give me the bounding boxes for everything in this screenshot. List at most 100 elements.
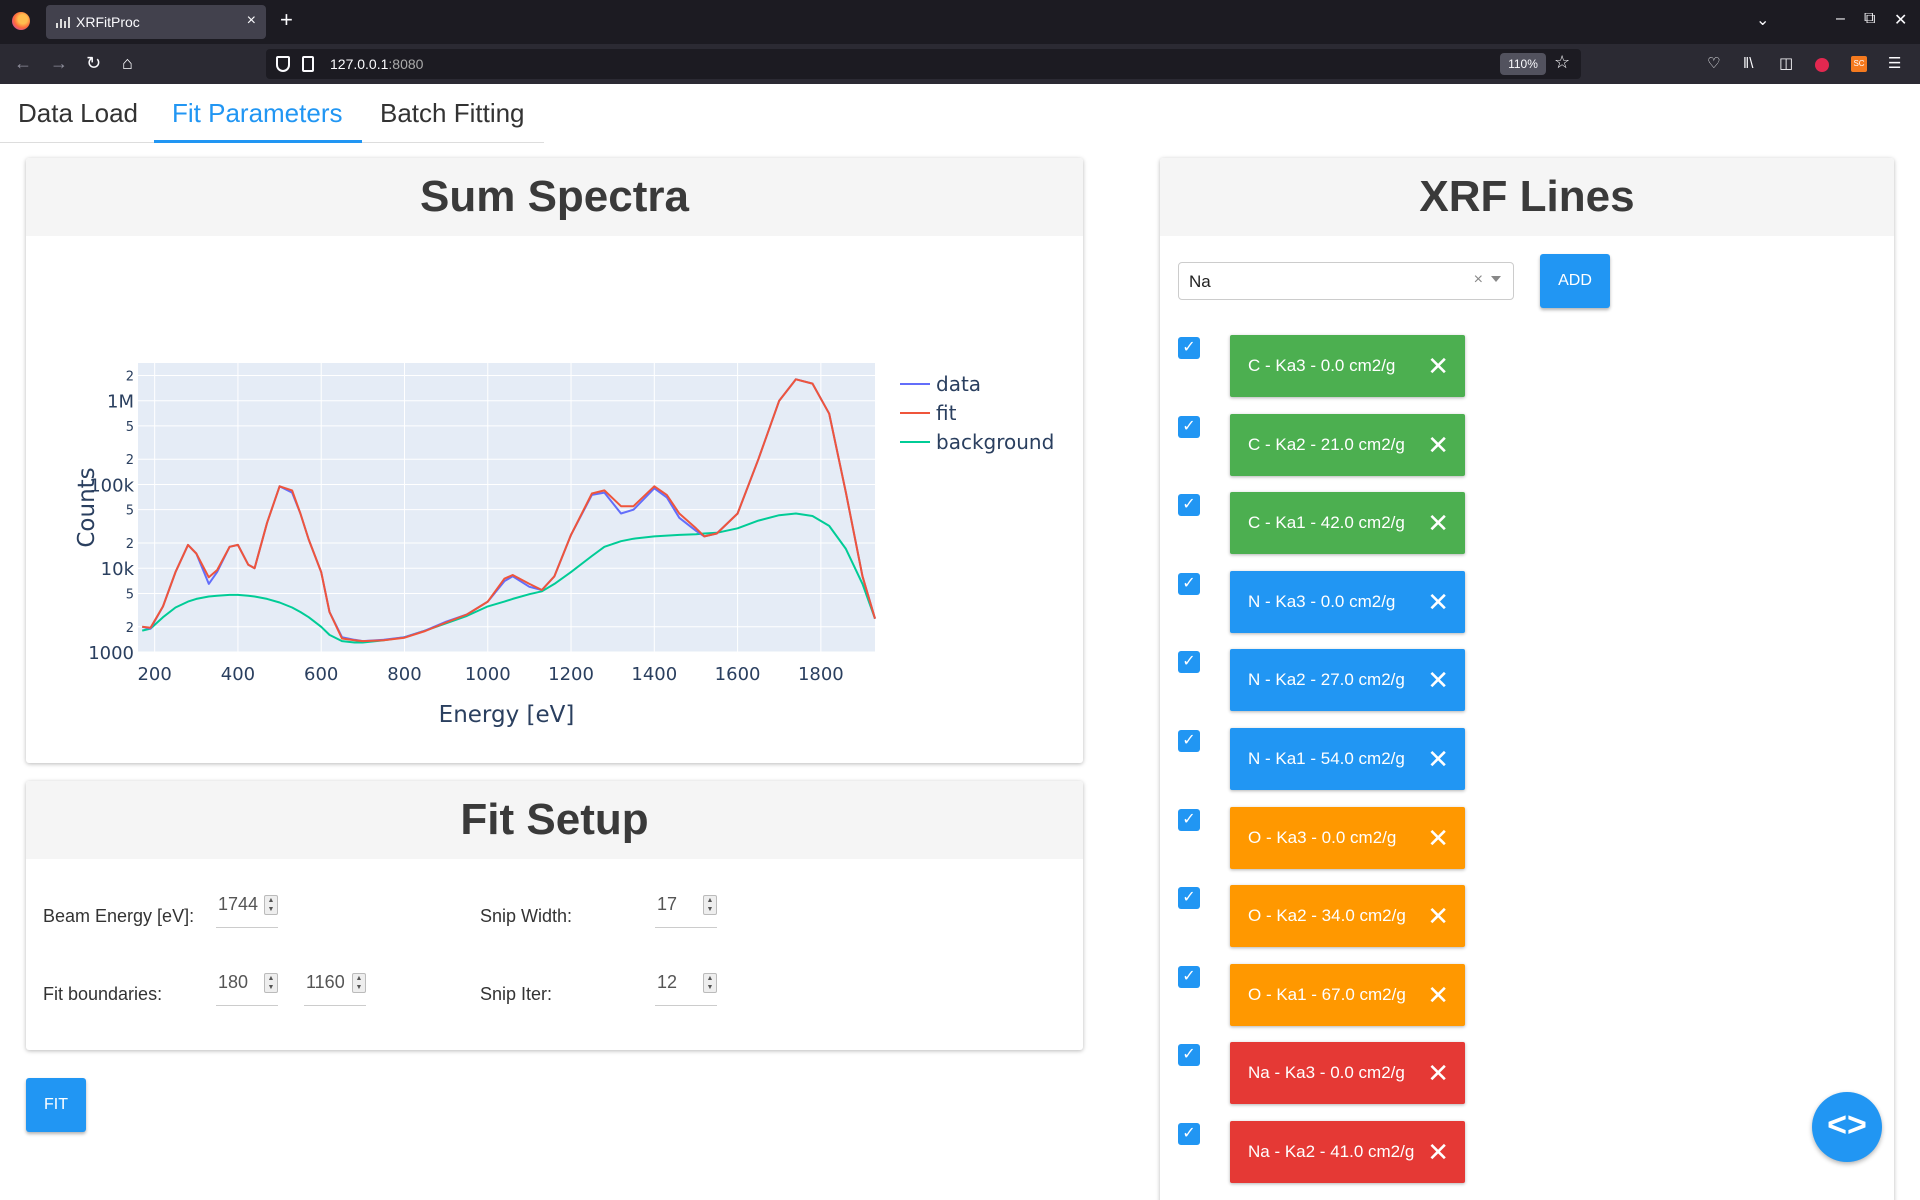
list-all-tabs-icon[interactable]: ⌄ <box>1756 10 1769 30</box>
xrf-line-chip[interactable]: C - Ka1 - 42.0 cm2/g ✕ <box>1230 492 1465 555</box>
fit-high-input[interactable]: 1160 ▲ ▼ <box>304 972 366 1006</box>
clear-selection-icon[interactable]: × <box>1474 271 1483 289</box>
spinner-icon[interactable]: ▲ ▼ <box>264 895 278 915</box>
sum-spectra-card: Sum Spectra 200 400 600 800 1000 1200 1400 1600… <box>26 158 1083 763</box>
line-checkbox[interactable]: ✓ <box>1178 730 1200 752</box>
xrf-line-chip[interactable]: C - Ka2 - 21.0 cm2/g ✕ <box>1230 413 1465 476</box>
snip-iter-input[interactable]: 12 ▲ ▼ <box>655 972 717 1006</box>
xrf-line-chip[interactable]: N - Ka1 - 54.0 cm2/g ✕ <box>1230 728 1465 790</box>
back-icon[interactable]: ← <box>14 52 32 74</box>
xrf-line-chip[interactable]: C - Ka3 - 0.0 cm2/g ✕ <box>1230 335 1465 397</box>
sidebar-icon[interactable]: ◫ <box>1779 54 1793 74</box>
spinner-icon[interactable]: ▲ ▼ <box>352 973 366 993</box>
tab-data-load[interactable]: Data Load <box>16 98 140 129</box>
xrf-line-chip[interactable]: Na - Ka3 - 0.0 cm2/g ✕ <box>1230 1042 1465 1105</box>
url-bar[interactable]: 127.0.0.1:8080 110% ☆ <box>266 49 1581 79</box>
x-tick-label: 600 <box>304 664 338 685</box>
remove-line-icon[interactable]: ✕ <box>1427 414 1449 476</box>
browser-tab[interactable]: XRFitProc × <box>46 5 266 39</box>
close-tab-icon[interactable]: × <box>247 12 256 30</box>
menu-icon[interactable]: ☰ <box>1888 54 1901 74</box>
spinner-icon[interactable]: ▲ ▼ <box>703 895 717 915</box>
x-tick-label: 1600 <box>715 664 761 685</box>
remove-line-icon[interactable]: ✕ <box>1427 728 1449 790</box>
line-checkbox[interactable]: ✓ <box>1178 1123 1200 1145</box>
remove-line-icon[interactable]: ✕ <box>1427 571 1449 633</box>
xrf-line-chip[interactable]: O - Ka1 - 67.0 cm2/g ✕ <box>1230 963 1465 1026</box>
minimize-icon[interactable]: – <box>1836 10 1845 28</box>
firefox-icon[interactable] <box>12 12 30 30</box>
xrf-line-chip[interactable]: O - Ka3 - 0.0 cm2/g ✕ <box>1230 806 1465 869</box>
remove-line-icon[interactable]: ✕ <box>1427 885 1449 947</box>
home-icon[interactable]: ⌂ <box>122 52 133 74</box>
beam-energy-label: Beam Energy [eV]: <box>43 906 195 926</box>
line-checkbox[interactable]: ✓ <box>1178 808 1200 831</box>
xrf-line-chip[interactable]: N - Ka3 - 0.0 cm2/g ✕ <box>1230 570 1465 633</box>
tab-fit-parameters[interactable]: Fit Parameters <box>170 98 345 129</box>
line-checkbox[interactable]: ✓ <box>1178 1044 1200 1067</box>
line-checkbox[interactable]: ✓ <box>1178 415 1200 438</box>
xrf-lines-card: XRF Lines Na × ADD ✓ C - Ka3 - 0.0 cm2/g ✕… <box>1160 158 1894 1200</box>
xrf-line-chip[interactable]: Na - Ka2 - 41.0 cm2/g ✕ <box>1230 1121 1465 1183</box>
dropdown-caret-icon[interactable] <box>1491 276 1501 282</box>
remove-line-icon[interactable]: ✕ <box>1427 964 1449 1026</box>
browser-tab-bar: XRFitProc × + ⌄ – ⧉ ✕ <box>0 0 1920 44</box>
line-checkbox[interactable]: ✓ <box>1178 965 1200 988</box>
remove-line-icon[interactable]: ✕ <box>1427 335 1449 397</box>
reload-icon[interactable]: ↻ <box>86 52 101 74</box>
remove-line-icon[interactable]: ✕ <box>1427 492 1449 554</box>
url-text[interactable]: 127.0.0.1:8080 <box>330 56 423 72</box>
xrf-line-chip[interactable]: N - Ka2 - 27.0 cm2/g ✕ <box>1230 649 1465 712</box>
x-tick-label: 1000 <box>465 664 511 685</box>
line-checkbox[interactable]: ✓ <box>1178 651 1200 674</box>
line-checkbox[interactable]: ✓ <box>1178 572 1200 595</box>
y-tick-label: 2 <box>126 453 134 468</box>
add-line-button[interactable]: ADD <box>1540 254 1610 308</box>
new-tab-button[interactable]: + <box>280 8 293 32</box>
bookmark-star-icon[interactable]: ☆ <box>1554 52 1570 73</box>
spinner-icon[interactable]: ▲ ▼ <box>703 973 717 993</box>
element-select[interactable]: Na × <box>1178 262 1514 300</box>
line-checkbox[interactable]: ✓ <box>1178 494 1200 517</box>
xrf-line-label: N - Ka3 - 0.0 cm2/g <box>1248 591 1396 611</box>
xrf-line-label: N - Ka2 - 27.0 cm2/g <box>1248 670 1405 690</box>
pocket-icon[interactable]: ♡ <box>1707 54 1720 74</box>
fit-high-value: 1160 <box>306 972 345 992</box>
page-info-icon[interactable] <box>302 56 314 72</box>
active-tab-indicator <box>154 140 362 143</box>
extension-red-icon[interactable] <box>1815 58 1829 72</box>
fit-button[interactable]: FIT <box>26 1078 86 1132</box>
x-tick-label: 800 <box>387 664 421 685</box>
y-tick-label: 5 <box>126 587 134 602</box>
xrf-line-label: C - Ka1 - 42.0 cm2/g <box>1248 513 1405 533</box>
spinner-icon[interactable]: ▲ ▼ <box>264 973 278 993</box>
snip-width-label: Snip Width: <box>480 906 573 926</box>
y-tick-label: 2 <box>126 537 134 552</box>
tab-batch-fitting[interactable]: Batch Fitting <box>378 98 527 129</box>
line-checkbox[interactable]: ✓ <box>1178 887 1200 910</box>
remove-line-icon[interactable]: ✕ <box>1427 807 1449 869</box>
snip-width-input[interactable]: 17 ▲ ▼ <box>655 894 717 928</box>
remove-line-icon[interactable]: ✕ <box>1427 649 1449 711</box>
xrf-line-chip[interactable]: O - Ka2 - 34.0 cm2/g ✕ <box>1230 885 1465 948</box>
restore-icon[interactable]: ⧉ <box>1864 10 1875 28</box>
beam-energy-input[interactable]: 1744 ▲ ▼ <box>216 894 278 928</box>
fit-setup-title: Fit Setup <box>26 781 1083 859</box>
zoom-level-badge[interactable]: 110% <box>1500 53 1546 75</box>
library-icon[interactable]: ‖\ <box>1743 54 1753 74</box>
fit-low-input[interactable]: 180 ▲ ▼ <box>216 972 278 1006</box>
y-tick-label: 2 <box>126 369 134 384</box>
sum-spectra-chart[interactable]: 200 400 600 800 1000 1200 1400 1600 1800 1000 2 5 10… <box>26 236 1083 763</box>
remove-line-icon[interactable]: ✕ <box>1427 1042 1449 1104</box>
forward-icon[interactable]: → <box>50 52 68 74</box>
y-tick-label: 1000 <box>88 643 134 664</box>
extension-orange-icon[interactable]: SC <box>1851 56 1867 72</box>
line-checkbox[interactable]: ✓ <box>1178 337 1200 359</box>
beam-energy-value: 1744 <box>218 894 259 914</box>
plot-area[interactable] <box>138 363 875 652</box>
remove-line-icon[interactable]: ✕ <box>1427 1121 1449 1183</box>
close-window-icon[interactable]: ✕ <box>1894 10 1907 30</box>
x-tick-label: 200 <box>137 664 171 685</box>
tracking-shield-icon[interactable] <box>276 56 290 72</box>
code-toggle-button[interactable]: <> <box>1812 1092 1882 1162</box>
